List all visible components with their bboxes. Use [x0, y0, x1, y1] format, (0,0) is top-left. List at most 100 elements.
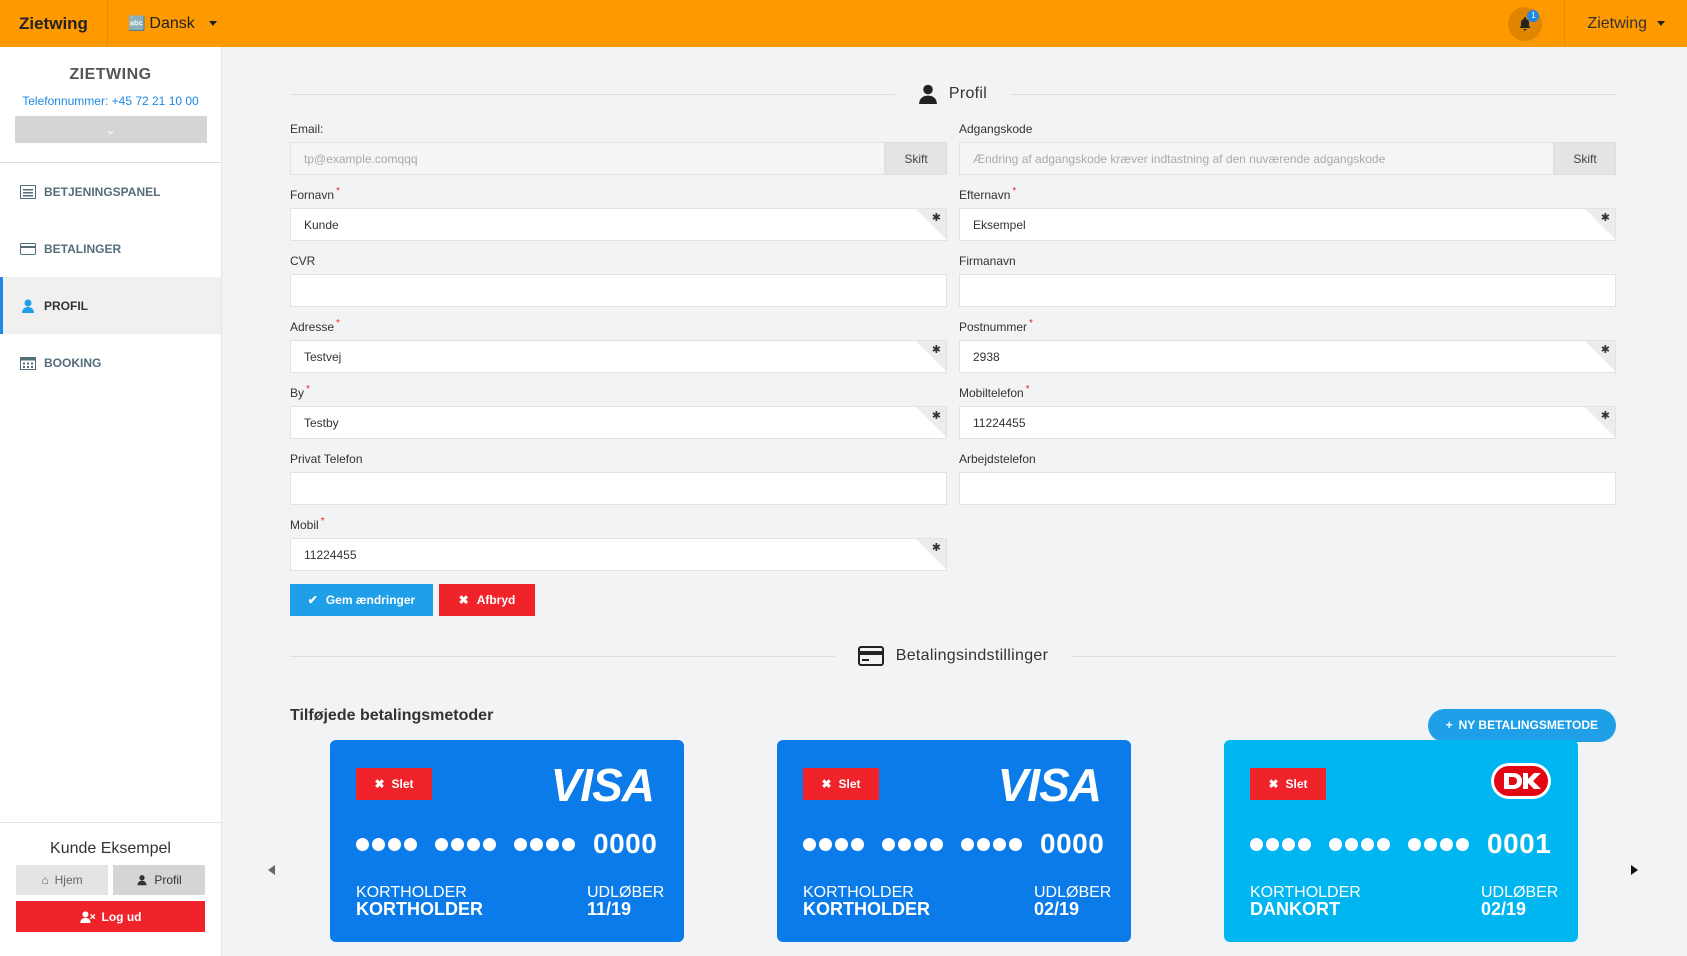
postnummer-group: Postnummer * 2938 ✱ [959, 318, 1616, 384]
change-email-button[interactable]: Skift [885, 142, 947, 175]
payment-card: ✖ Slet VISA 0000 KORTHOLDER KORTHOLDER UDL… [330, 740, 684, 942]
credit-card-icon [20, 242, 36, 255]
fornavn-value: Kunde [304, 217, 339, 232]
firmanavn-field[interactable] [959, 274, 1616, 307]
holder-name: DANKORT [1250, 899, 1340, 919]
card-expiry: UDLØBER 11/19 [587, 884, 664, 918]
cvr-label: CVR [290, 254, 316, 268]
notifications-button[interactable]: 1 [1508, 6, 1543, 41]
sidebar-item-booking[interactable]: BOOKING [0, 334, 221, 391]
sidebar-item-profil[interactable]: PROFIL [0, 277, 221, 334]
double-chevron-down-icon: ⌄ [105, 121, 116, 137]
fornavn-field[interactable]: Kunde ✱ [290, 208, 947, 241]
required-star-icon: ✱ [1600, 212, 1610, 224]
company-name: ZIETWING [69, 66, 152, 83]
fornavn-label-wrap: Fornavn * [290, 186, 947, 208]
card-expiry: UDLØBER 02/19 [1034, 884, 1111, 918]
user-menu-dropdown[interactable]: Zietwing [1564, 0, 1687, 47]
password-field[interactable]: Ændring af adgangskode kræver indtastnin… [959, 142, 1554, 175]
arbejdstelefon-group: Arbejdstelefon [959, 450, 1616, 516]
delete-label: Slet [838, 777, 861, 791]
adresse-group: Adresse * Testvej ✱ [290, 318, 947, 384]
masked-digits [435, 837, 496, 851]
sidebar: ZIETWING Telefonnummer: +45 72 21 10 00 … [0, 47, 222, 956]
required-asterisk: * [1025, 384, 1030, 395]
sidebar-user-panel: Kunde Eksempel ⌂ Hjem Profil Log ud [0, 822, 221, 956]
sidebar-item-label: BOOKING [44, 355, 102, 370]
card-holder: KORTHOLDER KORTHOLDER [356, 884, 483, 918]
new-payment-method-label: NY BETALINGSMETODE [1458, 718, 1598, 732]
adresse-field[interactable]: Testvej ✱ [290, 340, 947, 373]
close-icon: ✖ [458, 593, 469, 607]
adresse-label: Adresse [290, 320, 335, 334]
carousel-next-arrow-icon[interactable] [1631, 865, 1638, 875]
plus-icon: + [1445, 718, 1453, 732]
sidebar-expand-button[interactable]: ⌄ [14, 116, 207, 143]
mobil-group: Mobil * 11224455 ✱ [290, 516, 947, 582]
home-button[interactable]: ⌂ Hjem [16, 865, 108, 895]
masked-digits [1408, 837, 1469, 851]
by-label: By [290, 386, 305, 400]
sidebar-item-label: BETALINGER [44, 241, 122, 256]
notification-badge: 1 [1527, 9, 1540, 22]
credit-card-icon [857, 646, 884, 666]
profile-button-label: Profil [154, 873, 182, 887]
carousel-prev-arrow-icon[interactable] [268, 865, 275, 875]
close-icon: ✖ [821, 777, 832, 791]
by-label-wrap: By * [290, 384, 947, 406]
phone-number-link[interactable]: +45 72 21 10 00 [112, 94, 199, 108]
expiry-date: 11/19 [587, 899, 632, 919]
user-times-icon [79, 910, 95, 923]
cvr-field[interactable] [290, 274, 947, 307]
close-icon: ✖ [1268, 777, 1279, 791]
delete-card-button[interactable]: ✖ Slet [356, 768, 432, 800]
brand-link[interactable]: Zietwing [0, 0, 108, 47]
payment-card: ✖ Slet VISA 0000 KORTHOLDER KORTHOLDER UDL… [777, 740, 1131, 942]
postnummer-field[interactable]: 2938 ✱ [959, 340, 1616, 373]
efternavn-field[interactable]: Eksempel ✱ [959, 208, 1616, 241]
fornavn-group: Fornavn * Kunde ✱ [290, 186, 947, 252]
chevron-down-icon [208, 21, 217, 26]
translate-icon: 🔤 [127, 15, 146, 31]
adresse-value: Testvej [304, 349, 342, 364]
expiry-date: 02/19 [1481, 899, 1527, 919]
logout-button[interactable]: Log ud [16, 901, 205, 932]
efternavn-group: Efternavn * Eksempel ✱ [959, 186, 1616, 252]
mobiltelefon-value: 11224455 [973, 415, 1026, 430]
cancel-button[interactable]: ✖ Afbryd [439, 584, 535, 616]
card-expiry: UDLØBER 02/19 [1481, 884, 1558, 918]
delete-card-button[interactable]: ✖ Slet [1250, 768, 1326, 800]
privat-telefon-group: Privat Telefon [290, 450, 947, 516]
save-button-label: Gem ændringer [325, 593, 416, 607]
new-payment-method-button[interactable]: + NY BETALINGSMETODE [1427, 708, 1616, 742]
masked-digits [803, 837, 864, 851]
language-dropdown[interactable]: 🔤 Dansk [108, 0, 237, 47]
payment-cards-carousel: ✖ Slet VISA 0000 KORTHOLDER KORTHOLDER UDL… [268, 740, 1638, 942]
masked-digits [961, 837, 1022, 851]
masked-digits [356, 837, 417, 851]
privat-telefon-field[interactable] [290, 472, 947, 505]
arbejdstelefon-label: Arbejdstelefon [959, 452, 1036, 466]
change-password-button[interactable]: Skift [1554, 142, 1616, 175]
user-icon [918, 84, 937, 104]
required-asterisk: * [336, 186, 340, 197]
delete-card-button[interactable]: ✖ Slet [803, 768, 879, 800]
sidebar-item-betalinger[interactable]: BETALINGER [0, 220, 221, 277]
firmanavn-label: Firmanavn [959, 254, 1016, 268]
top-navbar: Zietwing 🔤 Dansk 1 Zietwing [0, 0, 1687, 47]
card-last4: 0000 [593, 828, 658, 859]
save-button[interactable]: ✔ Gem ændringer [290, 584, 433, 616]
required-asterisk: * [336, 318, 340, 329]
mobil-field[interactable]: 11224455 ✱ [290, 538, 947, 571]
profile-button[interactable]: Profil [113, 865, 205, 895]
required-star-icon: ✱ [931, 542, 941, 554]
sidebar-item-betjeningspanel[interactable]: BETJENINGSPANEL [0, 163, 221, 220]
mobiltelefon-field[interactable]: 11224455 ✱ [959, 406, 1616, 439]
by-field[interactable]: Testby ✱ [290, 406, 947, 439]
arbejdstelefon-field[interactable] [959, 472, 1616, 505]
email-field[interactable]: tp@example.comqqq [290, 142, 885, 175]
calendar-icon [20, 356, 36, 370]
profile-section-header: Profil [290, 68, 1616, 120]
firmanavn-group: Firmanavn [959, 252, 1616, 318]
card-last4: 0000 [1040, 828, 1105, 859]
